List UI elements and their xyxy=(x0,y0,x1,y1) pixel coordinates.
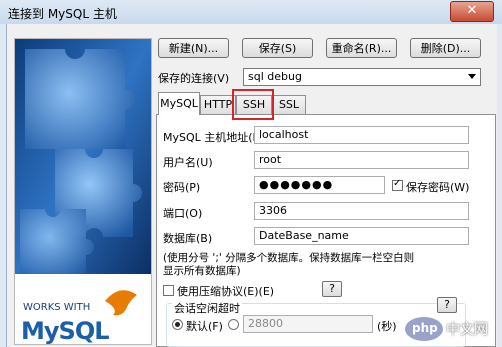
saved-connection-label: 保存的连接(V) xyxy=(158,72,230,85)
database-hint-line2: 显示所有数据库) xyxy=(163,265,241,277)
custom-timeout-radio[interactable] xyxy=(228,319,239,330)
rename-button[interactable]: 重命名(R)... xyxy=(326,38,397,58)
puzzle-image xyxy=(15,39,151,344)
tab-http[interactable]: HTTP xyxy=(200,95,236,114)
host-input[interactable]: localhost xyxy=(254,126,469,144)
new-button[interactable]: 新建(N)... xyxy=(158,38,229,58)
port-label: 端口(O) xyxy=(163,207,203,220)
connection-dialog: 连接到 MySQL 主机 ✕ WORKS WITH MySQL 新建(N)...… xyxy=(0,0,502,347)
database-input[interactable]: DateBase_name xyxy=(254,227,469,245)
ssh-tab-highlight xyxy=(232,89,274,120)
save-password-checkbox[interactable] xyxy=(392,178,403,191)
save-password-label: 保存密码(W) xyxy=(406,181,470,194)
chevron-down-icon xyxy=(468,74,476,79)
window-title: 连接到 MySQL 主机 xyxy=(8,7,117,21)
compression-checkbox[interactable] xyxy=(163,285,174,296)
seconds-label: (秒) xyxy=(377,320,397,333)
watermark-text: 中文网 xyxy=(446,322,488,338)
default-radio[interactable] xyxy=(172,319,183,330)
user-label: 用户名(U) xyxy=(163,156,213,169)
saved-connection-value: sql debug xyxy=(248,70,302,83)
session-timeout-label: 会话空闲超时 xyxy=(172,300,242,316)
php-logo-text: php xyxy=(412,321,438,335)
timeout-help-button[interactable]: ? xyxy=(437,297,457,313)
password-label: 密码(P) xyxy=(163,181,201,194)
watermark: php 中文网 xyxy=(404,315,498,343)
compression-help-button[interactable]: ? xyxy=(322,281,342,297)
delete-button[interactable]: 删除(D)... xyxy=(410,38,481,58)
host-label: MySQL 主机地址(M) xyxy=(163,131,267,144)
default-label: 默认(F) xyxy=(186,320,223,333)
user-input[interactable]: root xyxy=(254,151,469,169)
saved-connection-select[interactable]: sql debug xyxy=(243,68,481,86)
database-label: 数据库(B) xyxy=(163,232,213,245)
save-button[interactable]: 保存(S) xyxy=(242,38,313,58)
title-bar[interactable]: 连接到 MySQL 主机 ✕ xyxy=(0,0,502,24)
mysql-logo: MySQL xyxy=(21,317,110,345)
close-button[interactable]: ✕ xyxy=(450,1,494,22)
branding-panel: WORKS WITH MySQL xyxy=(14,38,152,345)
password-input[interactable]: ●●●●●●● xyxy=(254,176,385,194)
close-icon: ✕ xyxy=(466,3,478,18)
port-input[interactable]: 3306 xyxy=(254,202,469,220)
works-with-text: WORKS WITH xyxy=(23,302,91,313)
tab-mysql[interactable]: MySQL xyxy=(158,92,200,115)
compression-label: 使用压缩协议(E)(E) xyxy=(177,285,275,298)
timeout-input[interactable]: 28800 xyxy=(243,315,373,333)
tab-ssl[interactable]: SSL xyxy=(272,95,306,114)
